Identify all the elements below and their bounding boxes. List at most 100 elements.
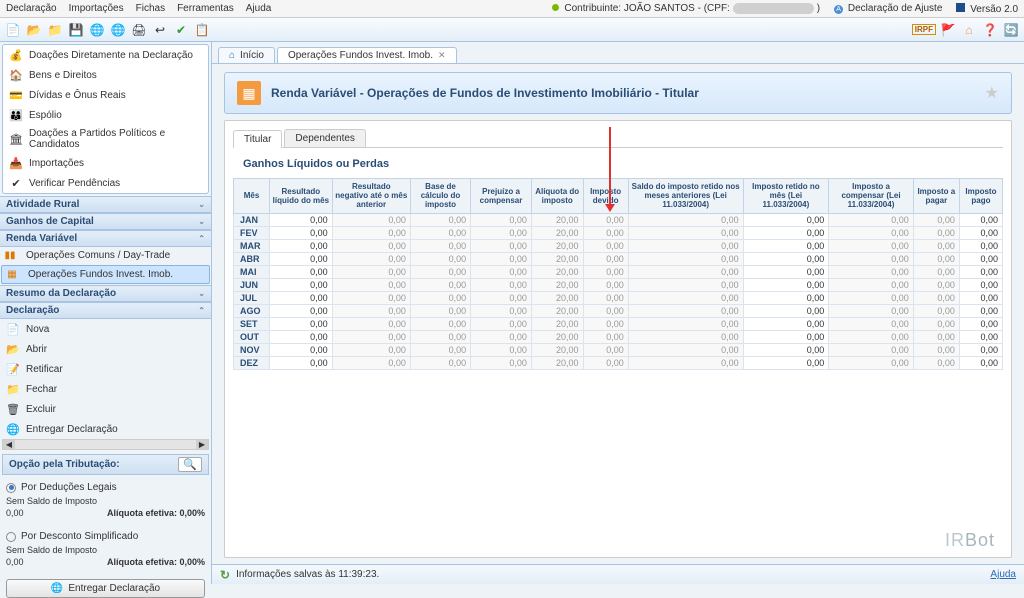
close-icon[interactable]: ✕ [438,50,446,61]
cell-retido[interactable]: 0,00 [743,343,829,356]
toolbar-world2-icon[interactable]: 🌐 [109,21,127,39]
cell-pago[interactable]: 0,00 [959,330,1002,343]
cell-resultado[interactable]: 0,00 [270,278,333,291]
section-atividade-rural[interactable]: Atividade Rural⌄ [0,196,211,213]
favorite-icon[interactable]: ★ [985,83,999,103]
cell-resultado[interactable]: 0,00 [270,330,333,343]
toolbar-home-icon[interactable]: ⌂ [960,21,978,39]
menu-ferramentas[interactable]: Ferramentas [177,3,234,14]
section-resumo[interactable]: Resumo da Declaração⌄ [0,285,211,302]
tab-titular[interactable]: Titular [233,130,282,148]
toolbar-open-icon[interactable]: 📂 [25,21,43,39]
decl-item[interactable]: 📝Retificar [0,359,211,379]
decl-item[interactable]: 🌐Entregar Declaração [0,419,211,439]
radio-simplificado[interactable]: Por Desconto Simplificado [6,531,205,542]
toolbar-refresh-icon[interactable]: 🔄 [1002,21,1020,39]
toolbar-flag-icon[interactable]: 🚩 [939,21,957,39]
cell-resultado[interactable]: 0,00 [270,226,333,239]
tab-dependentes[interactable]: Dependentes [284,129,366,147]
menu-importacoes[interactable]: Importações [69,3,124,14]
ficha-item[interactable]: 👨‍👩‍👦Espólio [3,105,208,125]
cell-pago[interactable]: 0,00 [959,291,1002,304]
cell-resultado[interactable]: 0,00 [270,265,333,278]
decl-item[interactable]: 🗑Excluir [0,399,211,419]
nav-operacoes-fundos[interactable]: ▦ Operações Fundos Invest. Imob. [1,265,210,284]
ficha-item[interactable]: 🏛Doações a Partidos Políticos e Candidat… [3,125,208,153]
ficha-item[interactable]: 🏠Bens e Direitos [3,65,208,85]
home-icon: ⌂ [229,50,235,61]
cell-resultado[interactable]: 0,00 [270,213,333,226]
cell-resultado[interactable]: 0,00 [270,317,333,330]
cell-month: NOV [234,343,270,356]
section-ganhos[interactable]: Ganhos de Capital⌄ [0,213,211,230]
cell-pago[interactable]: 0,00 [959,226,1002,239]
cell-retido[interactable]: 0,00 [743,291,829,304]
cell-retido[interactable]: 0,00 [743,239,829,252]
cell-retido[interactable]: 0,00 [743,330,829,343]
section-renda-variavel[interactable]: Renda Variável⌃ [0,230,211,247]
cell-pago[interactable]: 0,00 [959,265,1002,278]
ficha-item[interactable]: 📥Importações [3,153,208,173]
cell-retido[interactable]: 0,00 [743,265,829,278]
toolbar-save-icon[interactable]: 💾 [67,21,85,39]
cell-retido[interactable]: 0,00 [743,317,829,330]
cell-retido[interactable]: 0,00 [743,278,829,291]
toolbar-new-icon[interactable]: 📄 [4,21,22,39]
decl-item[interactable]: 📁Fechar [0,379,211,399]
section-declaracao[interactable]: Declaração⌃ [0,302,211,319]
cell-retido[interactable]: 0,00 [743,356,829,369]
refresh-icon: ↻ [220,568,230,582]
cell-resultado[interactable]: 0,00 [270,239,333,252]
cell-pago[interactable]: 0,00 [959,239,1002,252]
ficha-item[interactable]: ✔Verificar Pendências [3,173,208,193]
ficha-item[interactable]: 💰Doações Diretamente na Declaração [3,45,208,65]
cell-retido[interactable]: 0,00 [743,226,829,239]
tab-operacoes-fundos[interactable]: Operações Fundos Invest. Imob. ✕ [277,47,457,63]
cell-resultado[interactable]: 0,00 [270,291,333,304]
toolbar-doc-icon[interactable]: 📋 [193,21,211,39]
cell-pago[interactable]: 0,00 [959,278,1002,291]
ficha-item[interactable]: 💳Dívidas e Ônus Reais [3,85,208,105]
cell-ro: 0,00 [410,239,470,252]
toolbar-world-icon[interactable]: 🌐 [88,21,106,39]
help-link[interactable]: Ajuda [990,569,1016,580]
menu-fichas[interactable]: Fichas [136,3,165,14]
entregar-button[interactable]: 🌐 Entregar Declaração [6,579,205,598]
magnifier-icon[interactable]: 🔍 [178,457,202,472]
ficha-label: Espólio [29,110,62,121]
cell-resultado[interactable]: 0,00 [270,252,333,265]
toolbar-print-icon[interactable]: 🖨 [130,21,148,39]
cell-retido[interactable]: 0,00 [743,252,829,265]
cell-pago[interactable]: 0,00 [959,304,1002,317]
cell-pago[interactable]: 0,00 [959,252,1002,265]
cell-ro: 20,00 [531,265,583,278]
cell-retido[interactable]: 0,00 [743,213,829,226]
scroll-right-icon[interactable]: ▶ [196,440,208,449]
nav-operacoes-comuns[interactable]: ▮▮ Operações Comuns / Day-Trade [0,247,211,264]
cell-resultado[interactable]: 0,00 [270,343,333,356]
tab-inicio[interactable]: ⌂ Início [218,47,275,63]
decl-label: Fechar [26,384,57,395]
radio-deducoes[interactable]: Por Deduções Legais [6,482,205,493]
cell-ro: 0,00 [829,265,914,278]
menu-ajuda[interactable]: Ajuda [246,3,272,14]
ficha-icon: 💳 [9,88,23,102]
menu-declaracao[interactable]: Declaração [6,3,57,14]
scroll-left-icon[interactable]: ◀ [3,440,15,449]
table-row: NOV0,000,000,000,0020,000,000,000,000,00… [234,343,1003,356]
cell-resultado[interactable]: 0,00 [270,304,333,317]
cell-resultado[interactable]: 0,00 [270,356,333,369]
toolbar-close-icon[interactable]: 📁 [46,21,64,39]
toolbar-check-icon[interactable]: ✔ [172,21,190,39]
sidebar-scrollbar[interactable]: ◀ ▶ [2,439,209,450]
cell-pago[interactable]: 0,00 [959,356,1002,369]
ficha-icon: 🏛 [9,132,23,146]
cell-pago[interactable]: 0,00 [959,317,1002,330]
toolbar-help-icon[interactable]: ❓ [981,21,999,39]
cell-pago[interactable]: 0,00 [959,213,1002,226]
toolbar-restore-icon[interactable]: ↩ [151,21,169,39]
cell-retido[interactable]: 0,00 [743,304,829,317]
cell-pago[interactable]: 0,00 [959,343,1002,356]
decl-item[interactable]: 📄Nova [0,319,211,339]
decl-item[interactable]: 📂Abrir [0,339,211,359]
